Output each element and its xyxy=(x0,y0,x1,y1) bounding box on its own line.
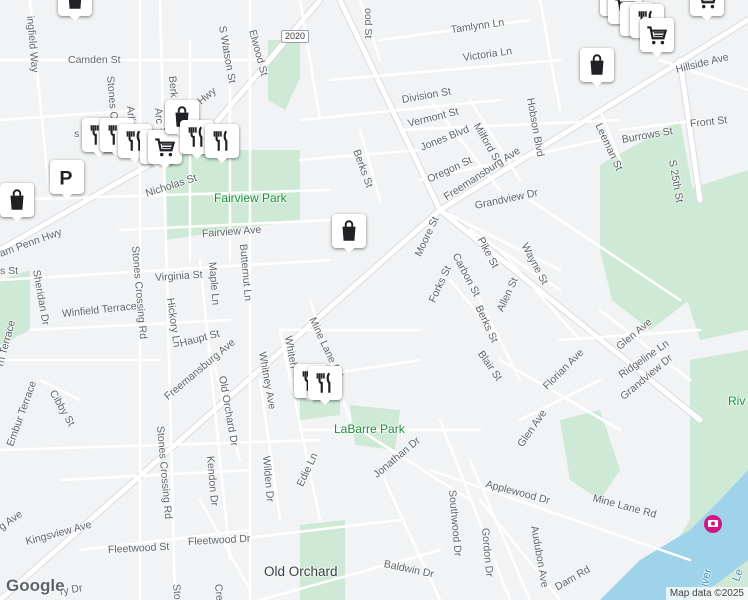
highway-shield: 2020 xyxy=(281,30,310,43)
street-label: Arc xyxy=(152,107,166,125)
poi-pin-shopping[interactable] xyxy=(58,0,92,21)
google-logo: Google xyxy=(6,576,65,595)
street-label: Cresc xyxy=(212,583,227,600)
shopping-cart-icon xyxy=(644,22,670,48)
shopping-cart-icon xyxy=(152,134,178,160)
poi-pin-shopping[interactable] xyxy=(0,183,34,222)
restaurant-icon xyxy=(209,128,235,154)
street-label: Berk xyxy=(166,75,180,99)
shopping-bag-icon xyxy=(336,218,362,244)
map-canvas[interactable]: 2020 Old Orchard Fairview Park LaBarre P… xyxy=(0,0,748,600)
shopping-bag-icon xyxy=(584,52,610,78)
svg-text:P: P xyxy=(59,168,72,190)
street-label: Ston xyxy=(170,583,184,600)
shopping-bag-icon xyxy=(62,0,88,12)
street-label: s xyxy=(74,128,80,140)
parking-icon: P xyxy=(54,164,80,190)
poi-pin-parking[interactable]: P xyxy=(50,160,84,199)
park-label-fairview: Fairview Park xyxy=(214,191,287,205)
museum-marker xyxy=(704,515,722,533)
shopping-bag-icon xyxy=(4,187,30,213)
poi-pin-shopping[interactable] xyxy=(332,214,366,253)
poi-pin-shopping[interactable] xyxy=(580,48,614,87)
street-label: ood St xyxy=(362,8,374,39)
poi-pin-shopping[interactable] xyxy=(690,0,724,21)
place-label-riv: Riv xyxy=(728,394,746,408)
shopping-cart-icon xyxy=(694,0,720,12)
street-label: Camden St xyxy=(68,54,121,66)
poi-pin-shopping[interactable] xyxy=(640,18,674,57)
map-attribution[interactable]: Map data ©2025 xyxy=(665,587,748,600)
restaurant-icon xyxy=(312,370,338,396)
place-label-old-orchard: Old Orchard xyxy=(264,564,338,579)
poi-pin-restaurant[interactable] xyxy=(205,124,239,163)
poi-pin-restaurant[interactable] xyxy=(308,366,342,405)
park-label-labarre: LaBarre Park xyxy=(334,422,405,436)
street-label: s St xyxy=(0,265,19,277)
